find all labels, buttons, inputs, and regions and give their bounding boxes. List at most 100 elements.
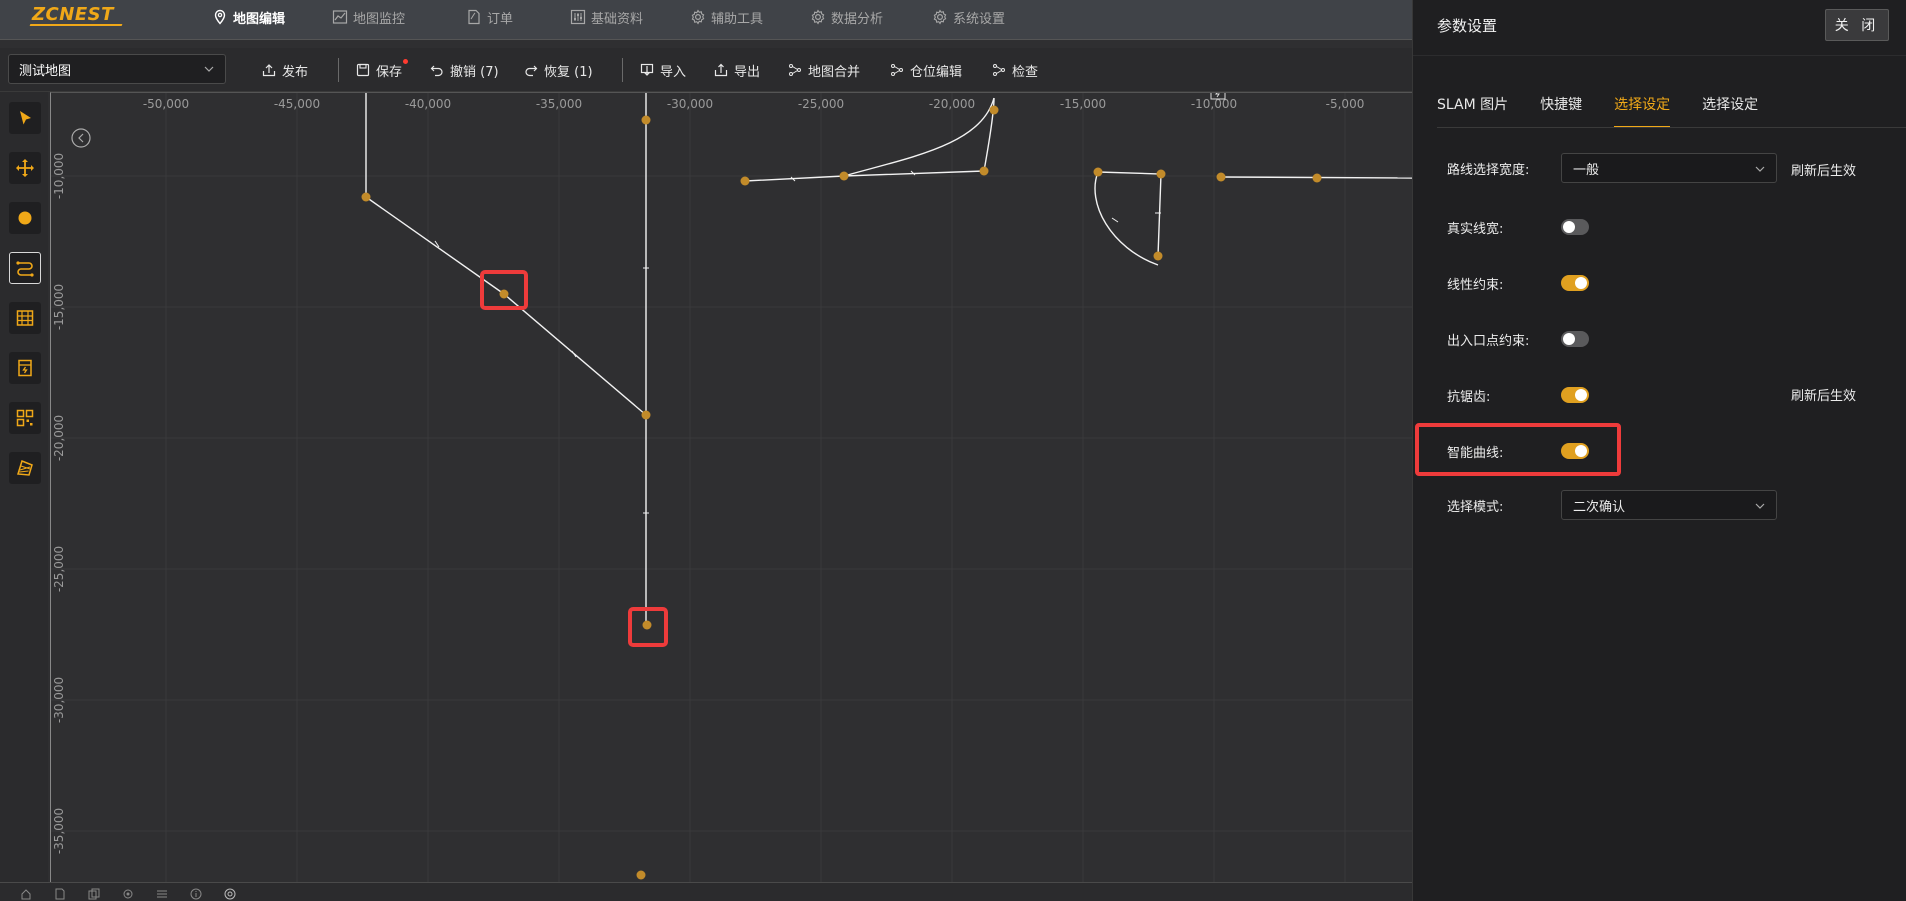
route-width-label: 路线选择宽度: [1447, 162, 1530, 178]
route-node[interactable] [642, 620, 652, 630]
toolbar-divider [622, 58, 623, 82]
app-logo: ZCNEST [32, 4, 114, 25]
linear-constraint-row: 线性约束: [1447, 268, 1589, 298]
route-segment[interactable] [1097, 171, 1162, 257]
refresh-hint: 刷新后生效 [1791, 389, 1857, 404]
route-node[interactable] [641, 115, 651, 125]
route-node[interactable] [839, 171, 849, 181]
route-node[interactable] [1093, 167, 1103, 177]
qr-tool[interactable] [9, 402, 41, 434]
gear-icon [933, 9, 947, 25]
redo-icon [525, 65, 538, 77]
entry-constraint-row: 出入口点约束: [1447, 324, 1589, 354]
tab-slam-image[interactable]: SLAM 图片 [1437, 94, 1508, 128]
tab-selection-settings-2[interactable]: 选择设定 [1702, 94, 1758, 128]
charger-tool[interactable] [9, 352, 41, 384]
route-node[interactable] [1156, 169, 1166, 179]
nav-aux-tools[interactable]: 辅助工具 [690, 6, 763, 28]
route-width-row: 路线选择宽度: 一般 [1447, 153, 1777, 183]
route-node[interactable] [1216, 172, 1226, 182]
route-node[interactable] [989, 105, 999, 115]
linear-constraint-toggle[interactable] [1561, 275, 1589, 291]
map-select-value: 测试地图 [19, 63, 72, 79]
highlight-box [1415, 423, 1621, 476]
route-segment[interactable] [503, 293, 647, 416]
publish-label: 发布 [282, 64, 309, 80]
top-nav-bar: ZCNEST 地图编辑 地图监控 订单 基础资料 辅助工具 数据分析 系统设置 [0, 0, 1412, 40]
settings-tabs: SLAM 图片 快捷键 选择设定 选择设定 [1437, 94, 1790, 128]
merge-icon [891, 64, 903, 76]
nav-label: 系统设置 [953, 11, 1006, 27]
tabs-divider [1437, 127, 1906, 128]
settings-panel: 参数设置 关 闭 SLAM 图片 快捷键 选择设定 选择设定 路线选择宽度: 一… [1412, 0, 1906, 901]
route-node[interactable] [636, 870, 646, 880]
select-mode-label: 选择模式: [1447, 499, 1504, 515]
route-node[interactable] [979, 166, 989, 176]
route-node[interactable] [361, 192, 371, 202]
save-button[interactable]: 保存 [356, 58, 409, 80]
copy-icon[interactable] [88, 888, 100, 900]
area-tool[interactable] [9, 452, 41, 484]
close-button[interactable]: 关 闭 [1825, 9, 1889, 41]
x-tick-label: -30,000 [667, 97, 713, 111]
left-toolbox [0, 92, 48, 882]
map-select[interactable]: 测试地图 [8, 54, 226, 84]
collapse-panel-icon[interactable] [71, 128, 91, 148]
route-segment[interactable] [1094, 171, 1159, 266]
tab-selection-settings[interactable]: 选择设定 [1614, 94, 1671, 128]
merge-icon [993, 64, 1005, 76]
move-tool[interactable] [9, 152, 41, 184]
point-tool[interactable] [9, 202, 41, 234]
nav-map-monitor[interactable]: 地图监控 [332, 6, 405, 28]
toggle-knob [1563, 333, 1575, 345]
sliders-icon [570, 9, 586, 25]
select-tool[interactable] [9, 102, 41, 134]
antialias-label: 抗锯齿: [1447, 389, 1491, 405]
home-icon[interactable] [20, 888, 32, 900]
gear-icon [811, 9, 825, 25]
logo-underline [29, 24, 123, 26]
nav-data-analysis[interactable]: 数据分析 [810, 6, 883, 28]
nav-system-settings[interactable]: 系统设置 [932, 6, 1005, 28]
shelf-icon [16, 310, 34, 326]
route-node[interactable] [641, 410, 651, 420]
nav-orders[interactable]: 订单 [466, 6, 513, 28]
route-node[interactable] [1153, 251, 1163, 261]
publish-button[interactable]: 发布 [262, 60, 308, 80]
gear-icon [691, 9, 705, 25]
check-button[interactable]: 检查 [992, 60, 1038, 80]
route-node[interactable] [1312, 173, 1322, 183]
location-edit-button[interactable]: 仓位编辑 [890, 60, 962, 80]
refresh-hint: 刷新后生效 [1791, 164, 1857, 179]
location-edit-label: 仓位编辑 [910, 64, 963, 80]
pointer-icon [20, 111, 31, 125]
list-icon[interactable] [156, 888, 168, 900]
location-icon[interactable] [224, 888, 236, 900]
map-canvas[interactable]: -50,000 -45,000 -40,000 -35,000 -30,000 … [50, 92, 1413, 883]
gear-icon[interactable] [122, 888, 134, 900]
nav-label: 辅助工具 [711, 11, 764, 27]
export-icon [714, 63, 728, 77]
shelf-tool[interactable] [9, 302, 41, 334]
select-mode-select[interactable]: 二次确认 [1561, 490, 1777, 520]
tab-shortcuts[interactable]: 快捷键 [1540, 94, 1582, 128]
info-icon[interactable] [190, 888, 202, 900]
move-icon [16, 159, 34, 177]
antialias-toggle[interactable] [1561, 387, 1589, 403]
undo-button[interactable]: 撤销 (7) [430, 60, 499, 80]
redo-button[interactable]: 恢复 (1) [524, 60, 593, 80]
route-width-select[interactable]: 一般 [1561, 153, 1777, 183]
file-icon[interactable] [54, 888, 66, 900]
nav-basic-data[interactable]: 基础资料 [570, 6, 643, 28]
entry-constraint-toggle[interactable] [1561, 331, 1589, 347]
route-tool[interactable] [9, 252, 41, 284]
export-button[interactable]: 导出 [714, 60, 760, 80]
nav-map-edit[interactable]: 地图编辑 [212, 6, 285, 28]
map-merge-button[interactable]: 地图合并 [788, 60, 860, 80]
import-button[interactable]: 导入 [640, 60, 686, 80]
route-node[interactable] [740, 176, 750, 186]
select-mode-value: 二次确认 [1573, 499, 1626, 515]
redo-label: 恢复 (1) [544, 64, 593, 80]
route-node[interactable] [499, 289, 509, 299]
real-width-toggle[interactable] [1561, 219, 1589, 235]
